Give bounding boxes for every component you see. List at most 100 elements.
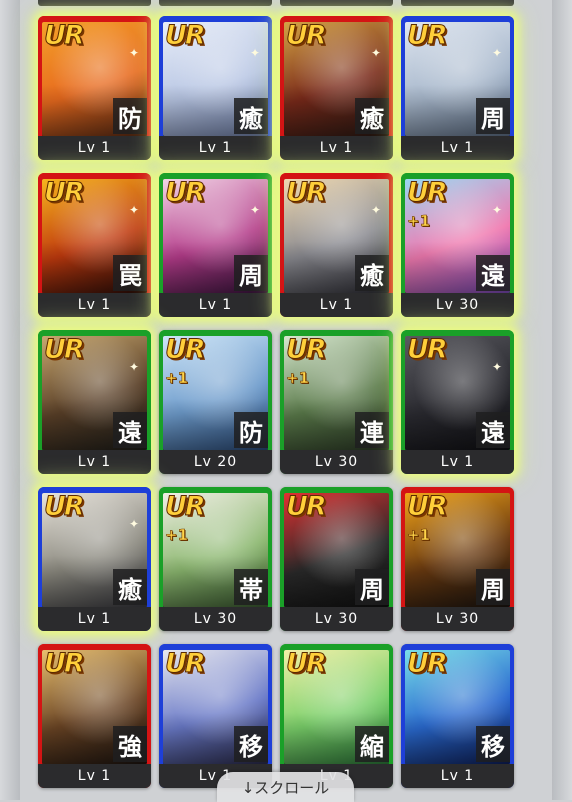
role-badge: 遠	[476, 255, 510, 291]
role-badge: 癒	[113, 569, 147, 605]
rarity-label: UR	[286, 334, 328, 366]
scroll-hint-button[interactable]: ↓スクロール	[217, 772, 354, 802]
sparkle-icon: ✦	[250, 46, 261, 60]
rarity-label: UR	[407, 334, 449, 366]
role-badge: 癒	[234, 98, 268, 134]
character-card[interactable]: UR ✦ 癒 Lv 1	[38, 487, 151, 631]
character-card[interactable]: UR ✦ 防 Lv 1	[38, 16, 151, 160]
level-label: Lv 1	[38, 293, 151, 317]
character-card[interactable]: UR +1 防 Lv 20	[159, 330, 272, 474]
character-card[interactable]: UR 移 Lv 1	[159, 644, 272, 788]
level-label: Lv 30	[280, 607, 393, 631]
character-card[interactable]: UR ✦ 周 Lv 1	[159, 173, 272, 317]
level-label: Lv 1	[38, 136, 151, 160]
level-label: Lv 30	[280, 450, 393, 474]
role-badge: 周	[355, 569, 389, 605]
sparkle-icon: ✦	[492, 203, 503, 217]
role-badge: 縮	[355, 726, 389, 762]
role-badge: 周	[476, 569, 510, 605]
limit-break-label: +1	[165, 369, 189, 388]
previous-row-edge	[401, 0, 514, 6]
rarity-label: UR	[286, 20, 328, 52]
level-label: Lv 1	[401, 136, 514, 160]
rarity-label: UR	[407, 648, 449, 680]
character-card[interactable]: UR 周 Lv 30	[280, 487, 393, 631]
character-card[interactable]: UR 強 Lv 1	[38, 644, 151, 788]
left-rail	[0, 0, 20, 800]
role-badge: 防	[113, 98, 147, 134]
previous-row-edge	[159, 0, 272, 6]
level-label: Lv 1	[38, 764, 151, 788]
character-card[interactable]: UR +1 周 Lv 30	[401, 487, 514, 631]
rarity-label: UR	[44, 334, 86, 366]
character-card[interactable]: UR ✦ 癒 Lv 1	[280, 16, 393, 160]
rarity-label: UR	[44, 20, 86, 52]
role-badge: 周	[234, 255, 268, 291]
rarity-label: UR	[165, 177, 207, 209]
level-label: Lv 30	[401, 607, 514, 631]
sparkle-icon: ✦	[492, 46, 503, 60]
level-label: Lv 1	[401, 764, 514, 788]
character-card[interactable]: UR 移 Lv 1	[401, 644, 514, 788]
level-label: Lv 1	[280, 136, 393, 160]
rarity-label: UR	[407, 491, 449, 523]
sparkle-icon: ✦	[371, 203, 382, 217]
character-card-grid: UR ✦ 防 Lv 1 UR ✦ 癒 Lv 1 UR ✦ 癒 Lv 1 UR ✦ 周 Lv 1 UR ✦ 罠 Lv 1…	[38, 16, 514, 788]
rarity-label: UR	[407, 177, 449, 209]
role-badge: 遠	[113, 412, 147, 448]
level-label: Lv 1	[38, 450, 151, 474]
character-card[interactable]: UR ✦ 罠 Lv 1	[38, 173, 151, 317]
sparkle-icon: ✦	[129, 46, 140, 60]
character-card[interactable]: UR ✦ 周 Lv 1	[401, 16, 514, 160]
rarity-label: UR	[286, 177, 328, 209]
role-badge: 癒	[355, 98, 389, 134]
sparkle-icon: ✦	[129, 517, 140, 531]
character-card[interactable]: UR +1 帯 Lv 30	[159, 487, 272, 631]
rarity-label: UR	[165, 20, 207, 52]
level-label: Lv 20	[159, 450, 272, 474]
role-badge: 遠	[476, 412, 510, 448]
character-card[interactable]: UR縮Lv 1	[280, 644, 393, 788]
limit-break-label: +1	[165, 526, 189, 545]
rarity-label: UR	[286, 491, 328, 523]
rarity-label: UR	[44, 177, 86, 209]
role-badge: 連	[355, 412, 389, 448]
character-card[interactable]: UR ✦ 癒 Lv 1	[280, 173, 393, 317]
rarity-label: UR	[407, 20, 449, 52]
level-label: Lv 1	[159, 293, 272, 317]
previous-row-edge	[38, 0, 151, 6]
level-label: Lv 1	[401, 450, 514, 474]
character-card[interactable]: UR +1 ✦ 遠 Lv 30	[401, 173, 514, 317]
character-card[interactable]: UR ✦ 遠 Lv 1	[38, 330, 151, 474]
role-badge: 防	[234, 412, 268, 448]
role-badge: 帯	[234, 569, 268, 605]
sparkle-icon: ✦	[129, 203, 140, 217]
limit-break-label: +1	[407, 526, 431, 545]
rarity-label: UR	[165, 491, 207, 523]
limit-break-label: +1	[286, 369, 310, 388]
sparkle-icon: ✦	[492, 360, 503, 374]
rarity-label: UR	[165, 648, 207, 680]
role-badge: 強	[113, 726, 147, 762]
sparkle-icon: ✦	[371, 46, 382, 60]
level-label: Lv 30	[159, 607, 272, 631]
role-badge: 癒	[355, 255, 389, 291]
level-label: Lv 1	[38, 607, 151, 631]
rarity-label: UR	[44, 648, 86, 680]
sparkle-icon: ✦	[129, 360, 140, 374]
rarity-label: UR	[286, 648, 328, 680]
level-label: Lv 1	[159, 136, 272, 160]
sparkle-icon: ✦	[250, 203, 261, 217]
character-card[interactable]: UR ✦ 遠 Lv 1	[401, 330, 514, 474]
right-rail	[552, 0, 572, 800]
previous-row-edge	[280, 0, 393, 6]
character-card[interactable]: UR ✦ 癒 Lv 1	[159, 16, 272, 160]
role-badge: 周	[476, 98, 510, 134]
role-badge: 移	[476, 726, 510, 762]
level-label: Lv 30	[401, 293, 514, 317]
role-badge: 罠	[113, 255, 147, 291]
rarity-label: UR	[44, 491, 86, 523]
rarity-label: UR	[165, 334, 207, 366]
character-card[interactable]: UR +1 連 Lv 30	[280, 330, 393, 474]
level-label: Lv 1	[280, 293, 393, 317]
